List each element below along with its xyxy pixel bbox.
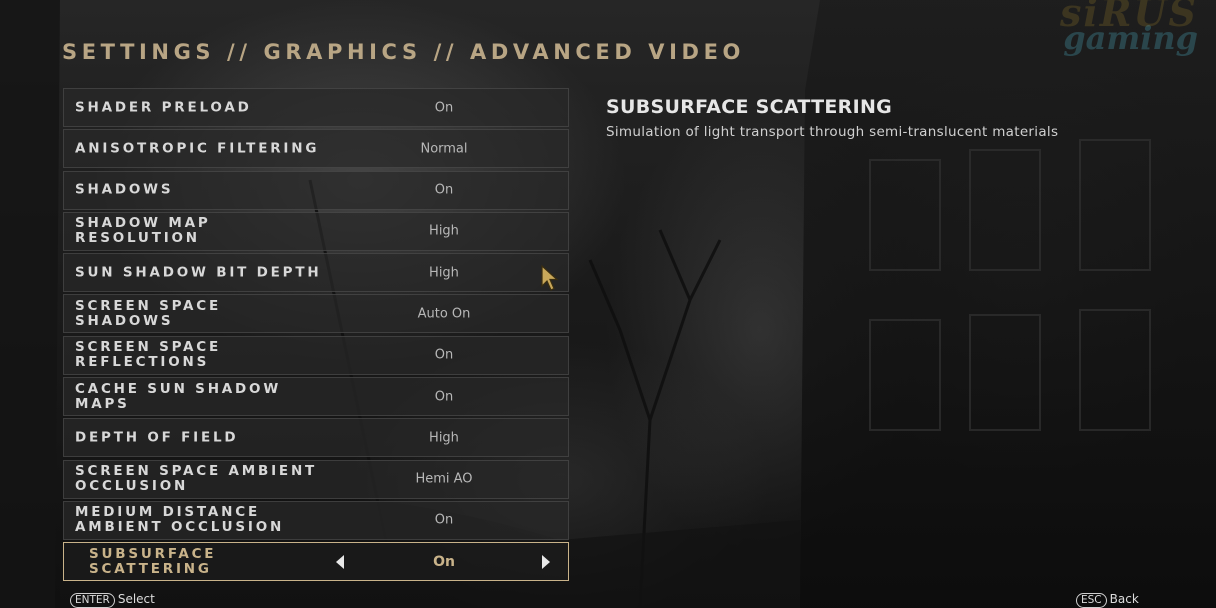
breadcrumb: SETTINGS // GRAPHICS // ADVANCED VIDEO — [62, 40, 745, 64]
enter-key-icon: ENTER — [70, 593, 115, 608]
setting-label: SUBSURFACE SCATTERING — [89, 545, 217, 577]
setting-row-cache-sun-shadow-maps[interactable]: CACHE SUN SHADOW MAPS On — [63, 377, 569, 417]
settings-list: SHADER PRELOAD On ANISOTROPIC FILTERING … — [63, 88, 569, 584]
esc-key-icon: ESC — [1076, 593, 1107, 608]
setting-row-sun-shadow-bit-depth[interactable]: SUN SHADOW BIT DEPTH High — [63, 253, 569, 293]
setting-value: On — [434, 100, 454, 115]
mouse-cursor-icon — [541, 264, 559, 291]
setting-label: SUN SHADOW BIT DEPTH — [75, 264, 322, 281]
setting-row-medium-distance-ambient-occlusion[interactable]: MEDIUM DISTANCE AMBIENT OCCLUSION On — [63, 500, 569, 540]
back-hint-label: Back — [1109, 592, 1139, 606]
arrow-right-icon[interactable] — [542, 554, 550, 569]
setting-label: CACHE SUN SHADOW MAPS — [75, 380, 282, 412]
setting-value: High — [429, 265, 459, 281]
setting-row-shadows[interactable]: SHADOWS On — [63, 170, 569, 210]
setting-label: DEPTH OF FIELD — [75, 429, 239, 446]
setting-value: On — [434, 389, 454, 405]
select-hint[interactable]: ENTER Select — [70, 592, 155, 608]
setting-row-anisotropic-filtering[interactable]: ANISOTROPIC FILTERING Normal — [63, 129, 569, 169]
setting-label: SCREEN SPACE AMBIENT OCCLUSION — [75, 463, 318, 495]
setting-label: SHADOWS — [75, 181, 174, 198]
setting-label: SHADOW MAP RESOLUTION — [75, 215, 211, 247]
setting-label: SHADER PRELOAD — [75, 99, 252, 115]
back-hint[interactable]: ESC Back — [1076, 592, 1139, 608]
select-hint-label: Select — [117, 592, 155, 606]
setting-label: ANISOTROPIC FILTERING — [75, 140, 320, 157]
setting-value: Hemi AO — [415, 471, 473, 487]
setting-row-screen-space-reflections[interactable]: SCREEN SPACE REFLECTIONS On — [63, 335, 569, 375]
setting-value: High — [429, 430, 459, 446]
description-panel: SUBSURFACE SCATTERING Simulation of ligh… — [606, 96, 1166, 140]
setting-value: On — [433, 553, 455, 570]
setting-label: SCREEN SPACE SHADOWS — [75, 297, 222, 329]
watermark-bottom-text: gaming — [1063, 19, 1198, 57]
setting-value: High — [429, 223, 459, 239]
setting-row-shader-preload[interactable]: SHADER PRELOAD On — [63, 88, 569, 127]
description-text: Simulation of light transport through se… — [606, 124, 1059, 140]
setting-value: Auto On — [417, 306, 471, 322]
setting-value: Normal — [420, 141, 468, 157]
arrow-left-icon[interactable] — [336, 554, 344, 569]
setting-value: On — [434, 512, 454, 528]
setting-label: MEDIUM DISTANCE AMBIENT OCCLUSION — [75, 504, 285, 536]
setting-row-depth-of-field[interactable]: DEPTH OF FIELD High — [63, 418, 569, 458]
setting-value: On — [434, 347, 454, 363]
setting-row-screen-space-shadows[interactable]: SCREEN SPACE SHADOWS Auto On — [63, 294, 569, 334]
watermark-logo: siRUS gaming — [1060, 0, 1198, 54]
setting-row-subsurface-scattering[interactable]: SUBSURFACE SCATTERING On — [63, 542, 569, 582]
setting-value: On — [434, 182, 454, 198]
description-title: SUBSURFACE SCATTERING — [606, 96, 893, 118]
setting-label: SCREEN SPACE REFLECTIONS — [75, 339, 222, 371]
setting-row-shadow-map-resolution[interactable]: SHADOW MAP RESOLUTION High — [63, 211, 569, 251]
setting-row-screen-space-ambient-occlusion[interactable]: SCREEN SPACE AMBIENT OCCLUSION Hemi AO — [63, 459, 569, 499]
